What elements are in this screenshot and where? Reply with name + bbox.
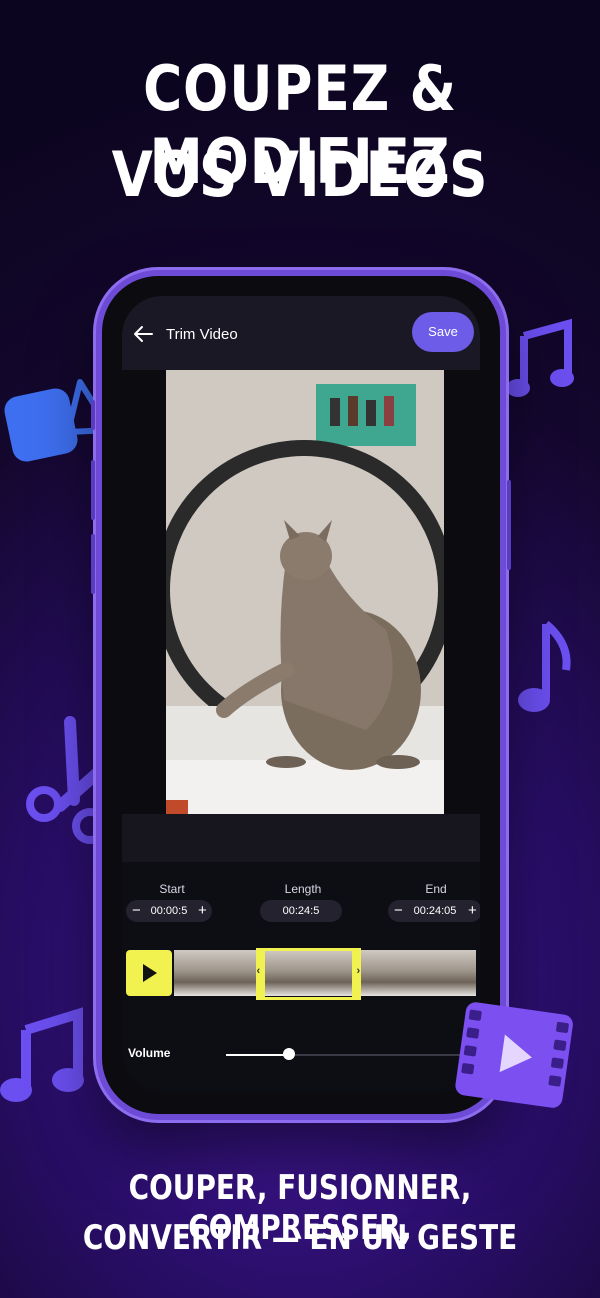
volume-slider-knob[interactable]: [282, 1048, 295, 1060]
save-button[interactable]: Save: [412, 312, 474, 352]
app-screen: Trim Video Save Start Length End 00:00:5…: [122, 296, 480, 1092]
play-icon: [143, 964, 157, 982]
music-note-icon: [506, 318, 574, 397]
left-handle-icon[interactable]: ‹: [257, 965, 261, 977]
volume-control: Volume: [122, 1040, 480, 1070]
filmstrip-frame: [360, 950, 392, 996]
trim-selection-handle[interactable]: ‹ ›: [255, 948, 362, 1000]
tagline-line-2: CONVERTIR — EN UN GESTE: [82, 1218, 518, 1258]
phone-mockup: Trim Video Save Start Length End 00:00:5…: [91, 270, 511, 1120]
start-minus-button[interactable]: −: [132, 900, 141, 922]
filmstrip-frame: [205, 950, 237, 996]
music-note-icon: [518, 620, 571, 712]
right-handle-icon[interactable]: ›: [357, 965, 361, 977]
video-preview[interactable]: [166, 370, 444, 814]
filmstrip-frame: [422, 950, 454, 996]
start-plus-button[interactable]: +: [198, 900, 207, 922]
music-note-icon: [0, 1007, 84, 1102]
video-frame-image: [166, 370, 444, 814]
back-arrow-icon[interactable]: [132, 324, 154, 344]
volume-label: Volume: [128, 1046, 171, 1060]
end-plus-button[interactable]: +: [468, 900, 477, 922]
top-bar: Trim Video Save: [122, 296, 480, 370]
filmstrip-frame: [174, 950, 206, 996]
trim-controls: Start Length End 00:00:5 − + 00:24:5 00:…: [122, 882, 480, 932]
headline-line-2: VOS VIDÉOS: [111, 138, 489, 211]
play-button[interactable]: [126, 950, 172, 996]
filmstrip-frame: [391, 950, 423, 996]
start-time-value[interactable]: 00:00:5: [151, 905, 188, 917]
video-preview-area: [122, 370, 480, 814]
divider-panel: [122, 814, 480, 862]
page-title: Trim Video: [166, 326, 238, 343]
end-label: End: [425, 882, 447, 896]
end-minus-button[interactable]: −: [394, 900, 403, 922]
length-label: Length: [284, 882, 322, 896]
film-play-icon: [455, 1002, 573, 1108]
volume-fill: [226, 1054, 289, 1056]
length-value: 00:24:5: [260, 900, 342, 922]
start-label: Start: [159, 882, 185, 896]
trim-timeline: ‹ ›: [126, 948, 476, 1000]
filmstrip-frame: [453, 950, 476, 996]
end-time-value[interactable]: 00:24:05: [414, 905, 457, 917]
